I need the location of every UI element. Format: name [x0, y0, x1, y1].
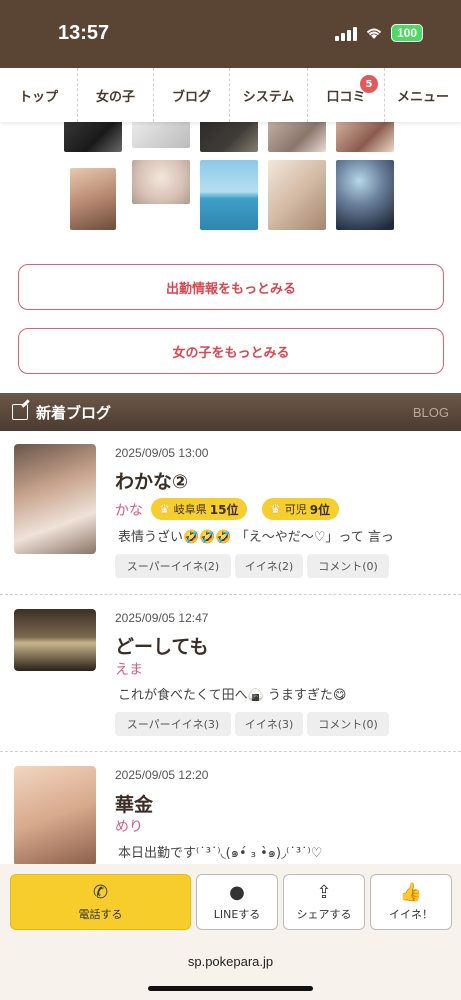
- rank-badge: ♛ 岐阜県 15位: [151, 498, 248, 520]
- edit-note-icon: [12, 404, 28, 420]
- blog-section-label[interactable]: BLOG: [413, 405, 449, 420]
- nav-item-label: 口コミ: [326, 89, 366, 105]
- girl-photo[interactable]: [336, 160, 394, 230]
- nav-item-girls[interactable]: 女の子: [78, 68, 154, 122]
- nav-item-label: ブログ: [171, 89, 211, 105]
- more-girls-button[interactable]: 女の子をもっとみる: [18, 328, 444, 374]
- thumbs-up-icon: 👍: [399, 881, 423, 903]
- blog-title[interactable]: わかな②: [115, 467, 188, 494]
- comment-tag[interactable]: コメント(0): [307, 554, 389, 578]
- blog-date: 2025/09/05 13:00: [115, 446, 209, 460]
- call-button[interactable]: ✆ 電話する: [10, 874, 191, 930]
- share-label: シェアする: [296, 907, 352, 921]
- line-button[interactable]: ● LINEする: [196, 874, 278, 930]
- blog-author[interactable]: えま: [115, 659, 143, 679]
- super-like-tag[interactable]: スーパーイイネ(3): [115, 712, 231, 736]
- divider: [0, 594, 461, 595]
- like-button[interactable]: 👍 イイネ！: [370, 874, 452, 930]
- like-tag[interactable]: イイネ(3): [235, 712, 303, 736]
- more-schedule-button[interactable]: 出勤情報をもっとみる: [18, 264, 444, 310]
- blog-section-title: 新着ブログ: [36, 403, 112, 422]
- blog-date: 2025/09/05 12:20: [115, 768, 209, 782]
- action-bar: ✆ 電話する ● LINEする ⇪ シェアする 👍 イイネ！: [0, 864, 461, 938]
- nav-item-label: 女の子: [95, 89, 135, 105]
- blog-title[interactable]: どーしても: [115, 632, 208, 659]
- nav-item-label: システム: [242, 89, 295, 105]
- status-icons: 100: [334, 24, 423, 42]
- main-nav: トップ 女の子 ブログ システム 口コミ 5 メニュー: [0, 68, 461, 122]
- blog-section-header: 新着ブログ BLOG: [0, 393, 461, 431]
- like-label: イイネ！: [389, 907, 433, 921]
- blog-thumbnail[interactable]: [14, 766, 96, 866]
- line-label: LINEする: [213, 907, 261, 921]
- blog-thumbnail[interactable]: [14, 444, 96, 554]
- battery-indicator: 100: [390, 24, 423, 42]
- girl-photo[interactable]: [268, 160, 326, 230]
- blog-thumbnail[interactable]: [14, 609, 96, 671]
- nav-item-reviews[interactable]: 口コミ 5: [308, 68, 385, 122]
- rank-badge: ♛ 可児 9位: [262, 498, 340, 520]
- cellular-signal-icon: [334, 25, 357, 41]
- crown-icon: ♛: [270, 502, 281, 516]
- nav-item-blog[interactable]: ブログ: [154, 68, 230, 122]
- nav-item-label: メニュー: [396, 89, 449, 105]
- like-tag[interactable]: イイネ(2): [235, 554, 303, 578]
- speech-bubble-icon: ●: [229, 881, 245, 903]
- girl-photo[interactable]: [200, 160, 258, 230]
- phone-icon: ✆: [92, 881, 109, 903]
- share-icon: ⇪: [316, 881, 332, 903]
- rank-value: 9位: [309, 502, 331, 517]
- rank-value: 15位: [209, 502, 239, 517]
- super-like-tag[interactable]: スーパーイイネ(2): [115, 554, 231, 578]
- comment-tag[interactable]: コメント(0): [307, 712, 389, 736]
- girl-photo[interactable]: [70, 168, 116, 230]
- reviews-count-badge: 5: [360, 75, 378, 93]
- home-indicator[interactable]: [148, 986, 313, 991]
- wifi-icon: [366, 28, 382, 39]
- nav-item-top[interactable]: トップ: [0, 68, 78, 122]
- crown-icon: ♛: [159, 502, 170, 516]
- girl-photo[interactable]: [132, 160, 190, 204]
- blog-excerpt: 表情うざい🤣🤣🤣 「え〜やだ〜♡」って 言っ: [118, 530, 394, 545]
- nav-item-menu[interactable]: メニュー: [385, 68, 461, 122]
- blog-author[interactable]: めり: [115, 816, 143, 836]
- blog-date: 2025/09/05 12:47: [115, 611, 209, 625]
- url-text: sp.pokepara.jp: [187, 954, 274, 969]
- divider: [0, 751, 461, 752]
- call-label: 電話する: [78, 907, 123, 921]
- nav-item-label: トップ: [18, 89, 58, 105]
- status-time: 13:57: [58, 22, 110, 44]
- share-button[interactable]: ⇪ シェアする: [283, 874, 365, 930]
- blog-title[interactable]: 華金: [115, 790, 153, 817]
- blog-excerpt: 本日出勤です⁽˙³˙⁾◟(๑•́ ₃ •̀๑)◞⁽˙³˙⁾♡: [118, 846, 323, 861]
- blog-author[interactable]: かな: [115, 500, 143, 520]
- status-bar: 13:57 100: [0, 0, 461, 68]
- rank-area: 岐阜県: [173, 503, 207, 516]
- nav-item-system[interactable]: システム: [230, 68, 308, 122]
- rank-area: 可児: [284, 503, 307, 516]
- blog-excerpt: これが食べたくて田へ🍙 うますぎた😋: [118, 688, 347, 703]
